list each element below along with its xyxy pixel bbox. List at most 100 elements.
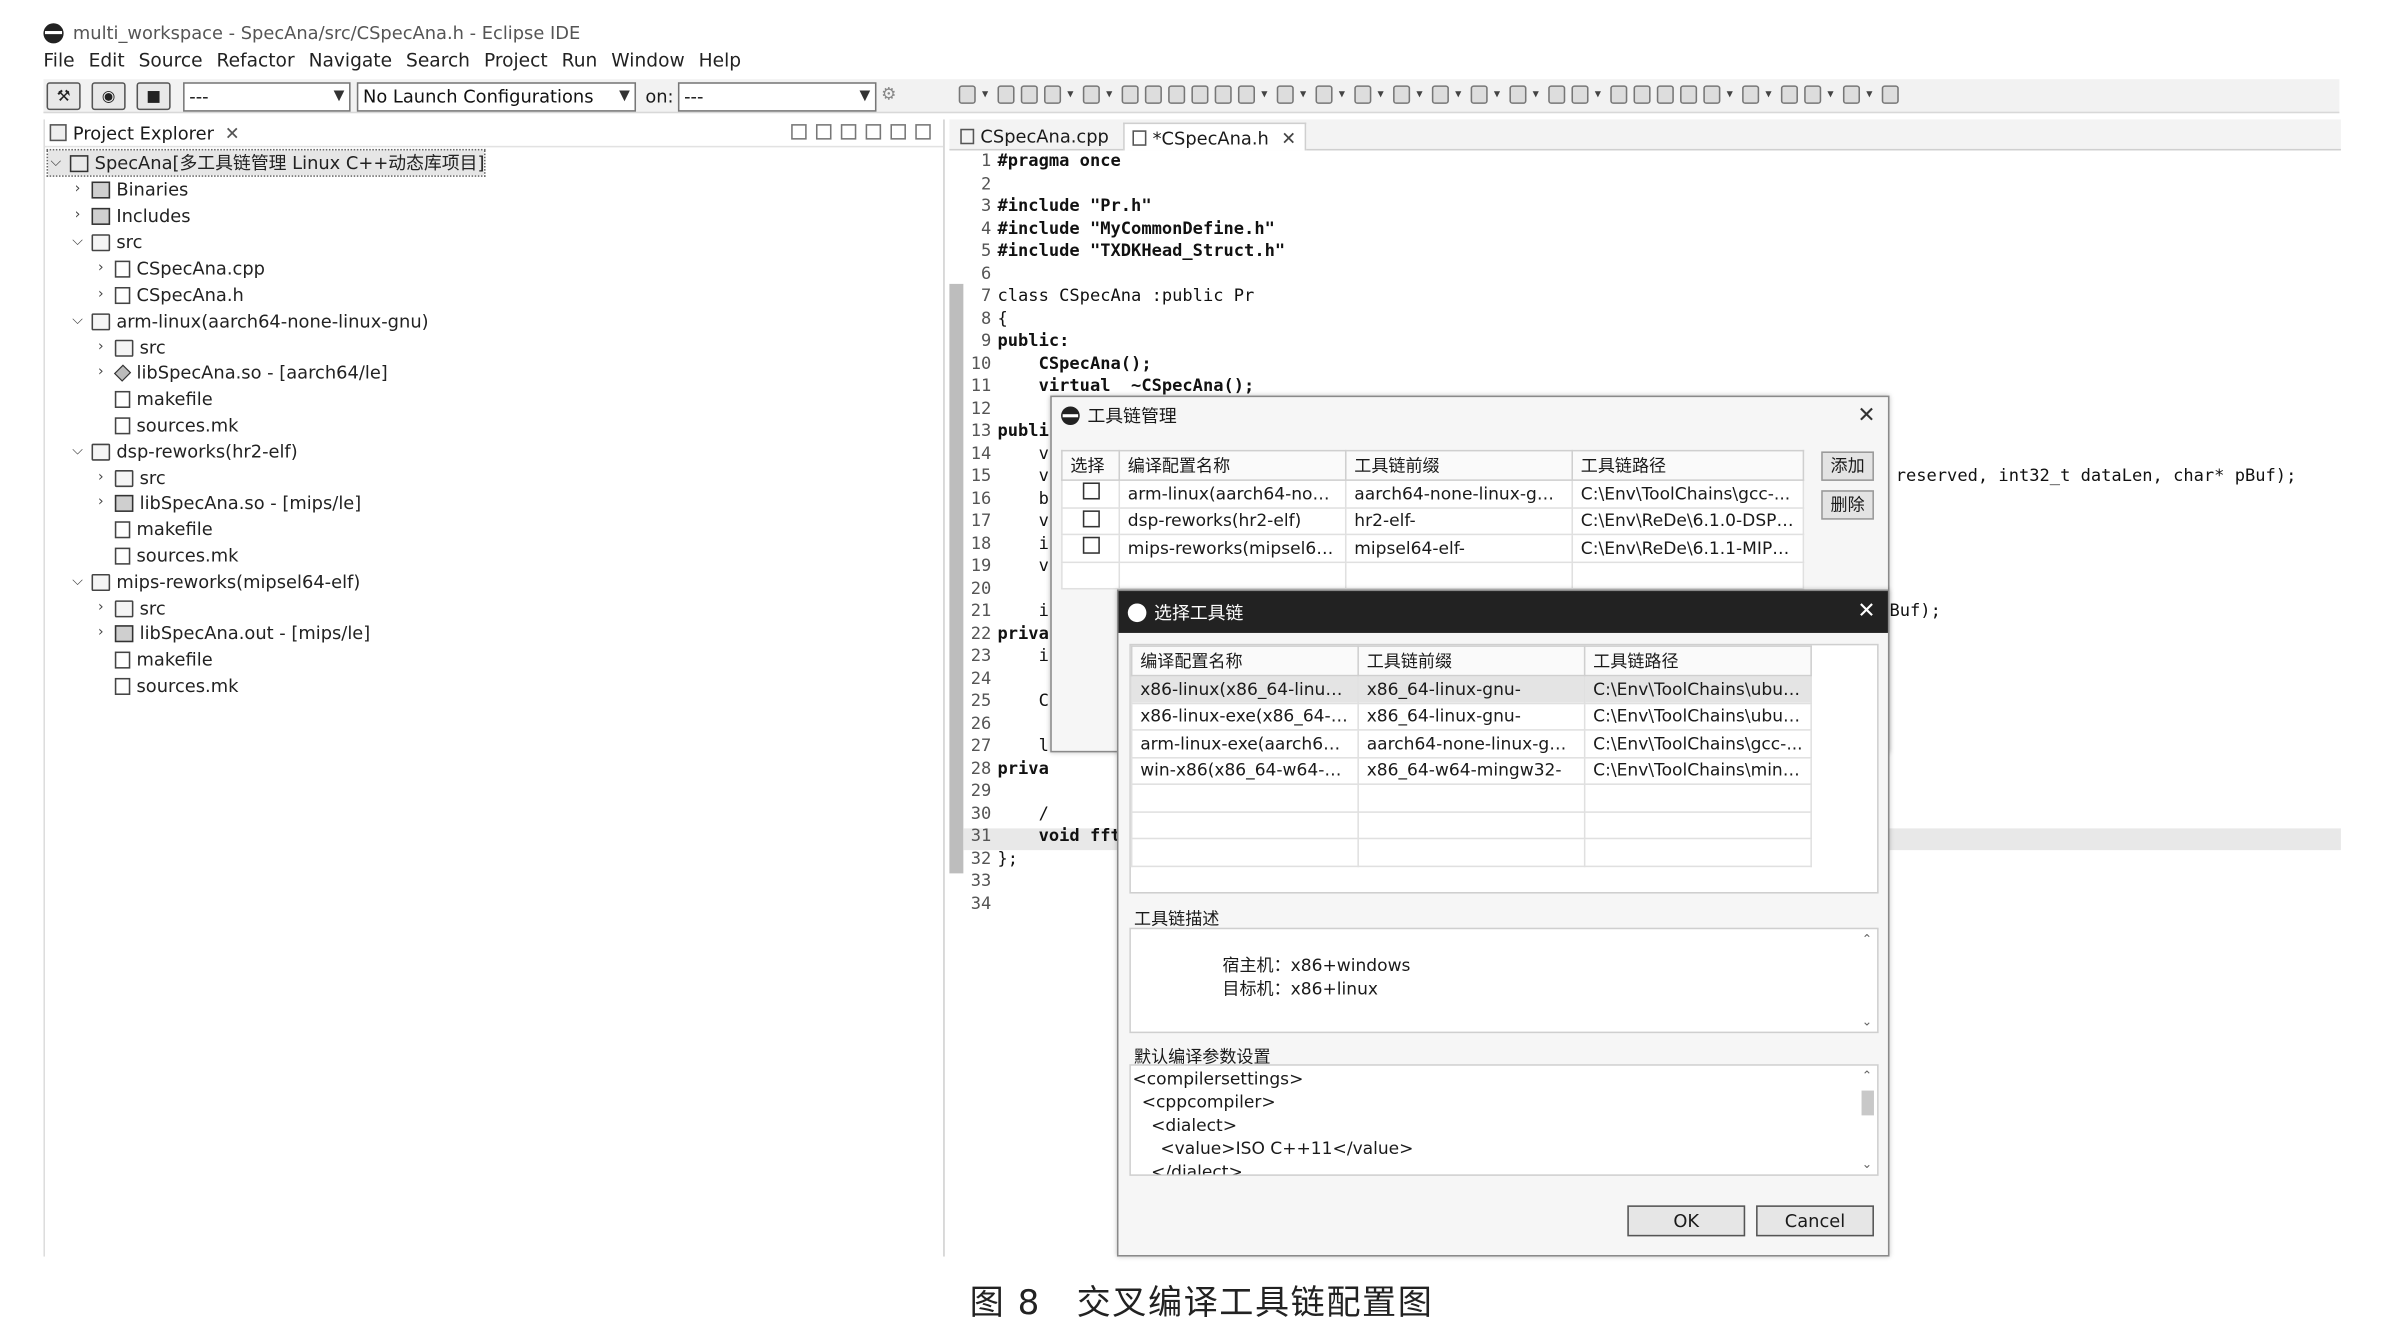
filter-icon[interactable] [1168, 85, 1186, 104]
select-checkbox[interactable] [1082, 482, 1100, 500]
minimize-icon[interactable] [890, 124, 906, 140]
expand-twisty-icon[interactable]: › [70, 208, 86, 224]
expand-twisty-icon[interactable]: › [93, 625, 109, 641]
project-explorer-title[interactable]: Project Explorer [73, 122, 214, 144]
description-scrollbar[interactable]: ⌃ ⌄ [1860, 932, 1874, 1028]
column-header-select[interactable]: 选择 [1061, 449, 1121, 481]
terminal-icon[interactable] [1144, 85, 1162, 104]
tab-cspecana-h[interactable]: *CSpecAna.h ✕ [1123, 122, 1306, 151]
debug-bug-icon[interactable] [1393, 85, 1411, 104]
menu-run[interactable]: Run [562, 50, 598, 78]
column-header-path[interactable]: 工具链路径 [1583, 645, 1812, 677]
menu-project[interactable]: Project [484, 50, 548, 78]
menu-refactor[interactable]: Refactor [217, 50, 295, 78]
tree-item-arm-makefile[interactable]: makefile [93, 386, 213, 411]
expand-twisty-icon[interactable]: › [93, 261, 109, 277]
table-row[interactable]: x86-linux-exe(x86_64-lin... x86_64-linux… [1130, 701, 1812, 731]
tree-item-dsp-makefile[interactable]: makefile [93, 517, 213, 542]
launch-stop-button[interactable]: ■ [136, 82, 171, 111]
build-icon[interactable] [1082, 85, 1100, 104]
new-folder-icon[interactable] [1276, 85, 1294, 104]
column-header-config-name[interactable]: 编译配置名称 [1118, 449, 1347, 481]
new-class-icon[interactable] [1237, 85, 1256, 104]
expand-twisty-icon[interactable]: › [93, 340, 109, 356]
build-config-combo[interactable]: --- ▼ [183, 82, 351, 112]
forward-icon[interactable] [1842, 85, 1861, 104]
close-icon[interactable]: ✕ [1857, 599, 1875, 624]
close-icon[interactable]: ✕ [1281, 126, 1296, 148]
menu-window[interactable]: Window [611, 50, 684, 78]
menu-edit[interactable]: Edit [89, 50, 125, 78]
tree-item-arm-src[interactable]: › src [93, 335, 166, 360]
tree-item-includes[interactable]: › Includes [70, 203, 191, 228]
table-row[interactable]: win-x86(x86_64-w64-mi... x86_64-w64-ming… [1130, 756, 1812, 785]
last-edit-icon[interactable] [1780, 85, 1798, 104]
column-header-prefix[interactable]: 工具链前缀 [1344, 449, 1574, 481]
select-checkbox[interactable] [1082, 509, 1100, 528]
expand-twisty-icon[interactable]: ⌵ [48, 155, 64, 171]
scroll-up-icon[interactable]: ⌃ [1860, 1069, 1874, 1083]
close-icon[interactable]: ✕ [225, 122, 240, 144]
expand-twisty-icon[interactable]: ⌵ [70, 313, 86, 329]
scroll-down-icon[interactable]: ⌄ [1860, 1015, 1874, 1029]
expand-twisty-icon[interactable]: ⌵ [70, 574, 86, 590]
launch-target-combo[interactable]: --- ▼ [677, 82, 877, 112]
collapse-all-icon[interactable] [791, 124, 807, 140]
maximize-icon[interactable] [915, 124, 931, 140]
menu-navigate[interactable]: Navigate [309, 50, 393, 78]
tree-item-mips-sources[interactable]: sources.mk [93, 673, 238, 698]
expand-twisty-icon[interactable]: › [93, 495, 109, 511]
column-header-config-name[interactable]: 编译配置名称 [1130, 645, 1359, 677]
table-row[interactable]: dsp-reworks(hr2-elf) hr2-elf- C:\Env\ReD… [1061, 506, 1805, 536]
add-button[interactable]: 添加 [1821, 451, 1874, 481]
pin-editor-icon[interactable] [1881, 85, 1899, 104]
tree-item-mips-makefile[interactable]: makefile [93, 647, 213, 672]
expand-twisty-icon[interactable]: › [93, 365, 109, 381]
expand-twisty-icon[interactable]: › [93, 470, 109, 486]
delete-button[interactable]: 删除 [1821, 490, 1874, 520]
external-tools-icon[interactable] [1470, 85, 1488, 104]
table-row[interactable]: mips-reworks(mipsel64... mipsel64-elf- C… [1061, 533, 1805, 563]
link-with-editor-icon[interactable] [815, 124, 832, 140]
expand-twisty-icon[interactable]: ⌵ [70, 444, 86, 460]
debug-icon[interactable] [1044, 85, 1062, 104]
open-type-icon[interactable] [1548, 85, 1566, 104]
params-editor[interactable]: <compilersettings> <cppcompiler> <dialec… [1129, 1064, 1879, 1176]
filter-icon[interactable] [840, 124, 857, 140]
tree-item-binaries[interactable]: › Binaries [70, 177, 189, 202]
expand-twisty-icon[interactable]: ⌵ [70, 234, 86, 250]
menu-file[interactable]: File [43, 50, 74, 78]
tab-cspecana-cpp[interactable]: CSpecAna.cpp [952, 123, 1116, 151]
view-menu-icon[interactable] [865, 124, 882, 140]
params-scrollbar[interactable]: ⌃ ⌄ [1860, 1069, 1874, 1171]
column-header-prefix[interactable]: 工具链前缀 [1357, 645, 1586, 677]
tree-item-arm-sources[interactable]: sources.mk [93, 413, 238, 438]
tree-item-mips-lib[interactable]: › libSpecAna.out - [mips/le] [93, 621, 370, 646]
save-all-icon[interactable] [1020, 85, 1038, 104]
menu-source[interactable]: Source [139, 50, 203, 78]
gear-icon[interactable]: ⚙ [881, 84, 896, 104]
pen-icon[interactable] [1571, 85, 1589, 104]
show-whitespace-icon[interactable] [1656, 85, 1674, 104]
refresh-icon[interactable] [1354, 85, 1372, 104]
menu-search[interactable]: Search [406, 50, 470, 78]
grid-icon[interactable] [1191, 85, 1209, 104]
back-icon[interactable] [1804, 85, 1822, 104]
new-icon[interactable] [958, 85, 976, 104]
tree-item-src[interactable]: ⌵ src [70, 230, 142, 255]
tree-item-mips-reworks[interactable]: ⌵ mips-reworks(mipsel64-elf) [70, 569, 360, 594]
table-row[interactable]: arm-linux-exe(aarch64-n... aarch64-none-… [1130, 729, 1812, 758]
table-row[interactable]: x86-linux(x86_64-linux-g... x86_64-linux… [1130, 674, 1812, 704]
expand-twisty-icon[interactable]: › [70, 182, 86, 198]
launch-run-button[interactable]: ◉ [91, 82, 126, 111]
tree-item-dsp-sources[interactable]: sources.mk [93, 543, 238, 568]
scroll-thumb[interactable] [1861, 1090, 1874, 1116]
ok-button[interactable]: OK [1627, 1205, 1746, 1237]
settings-icon[interactable] [1214, 85, 1232, 104]
tree-item-cspecana-cpp[interactable]: › CSpecAna.cpp [93, 256, 265, 281]
tree-item-cspecana-h[interactable]: › CSpecAna.h [93, 282, 244, 307]
paragraph-icon[interactable] [1680, 85, 1698, 104]
close-icon[interactable]: ✕ [1857, 403, 1875, 428]
tree-item-arm-lib[interactable]: › libSpecAna.so - [aarch64/le] [93, 360, 388, 385]
tree-item-dsp-src[interactable]: › src [93, 465, 166, 490]
